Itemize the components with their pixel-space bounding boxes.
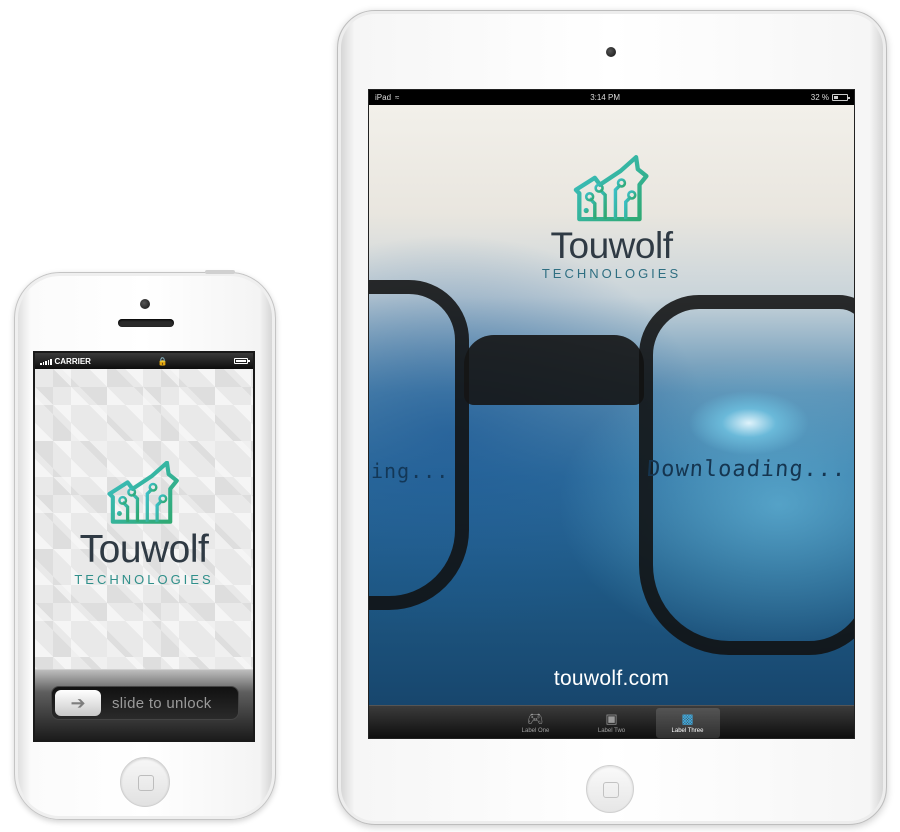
ipad-status-bar: iPad ≈ 3:14 PM 32 % [369,90,854,105]
unlock-knob[interactable]: ➔ [55,690,101,716]
ipad-device: iPad ≈ 3:14 PM 32 % ing... Downloading..… [337,10,887,825]
background-photo-eye-glasses: ing... Downloading... Touwolf TECHNOLOGI… [369,105,854,705]
tab-label-three[interactable]: ▩ Label Three [655,708,720,738]
lens-reflection-text-left: ing... [371,459,450,483]
tab-label-two[interactable]: ▣ Label Two [580,708,644,738]
status-time: 3:14 PM [590,93,620,102]
unlock-label: slide to unlock [112,695,212,712]
iphone-status-bar: CARRIER 🔒 [35,353,253,369]
carrier-label: CARRIER [54,356,91,366]
ipod-icon: ▣ [605,711,618,726]
brand-subtitle: TECHNOLOGIES [541,266,682,281]
power-button [205,270,235,274]
brand-name: Touwolf [79,528,209,571]
ipad-home-button[interactable] [586,765,634,813]
battery-icon [832,94,850,101]
glasses-left-lens [369,280,469,610]
gamepad-icon: 🎮︎ [527,711,544,726]
battery-percent: 32 % [810,93,829,102]
lock-screen-wallpaper: Touwolf TECHNOLOGIES [35,369,253,669]
arrow-right-icon: ➔ [70,692,86,713]
wifi-icon: ≈ [395,93,400,102]
slide-to-unlock-slider[interactable]: ➔ slide to unlock [51,686,239,720]
brand-logo: Touwolf TECHNOLOGIES [35,461,253,587]
brand-logo: Touwolf TECHNOLOGIES [369,155,854,281]
website-url[interactable]: touwolf.com [369,667,854,691]
front-camera [606,47,616,57]
battery-icon [233,358,250,364]
monitor-icon: ▩ [681,711,694,726]
device-label: iPad [375,93,392,102]
wolf-circuit-logo-icon [107,461,179,524]
wolf-circuit-logo-icon [573,155,649,222]
brand-name: Touwolf [550,225,673,266]
lock-icon: 🔒 [157,356,168,366]
iphone-screen: CARRIER 🔒 Touwolf TECHNOLOGIES ➔ slide t… [33,351,255,742]
ipad-screen: iPad ≈ 3:14 PM 32 % ing... Downloading..… [368,89,855,739]
iphone-device: CARRIER 🔒 Touwolf TECHNOLOGIES ➔ slide t… [14,270,276,820]
glasses-bridge [464,335,644,405]
earpiece-speaker [118,319,174,327]
tab-label-one[interactable]: 🎮︎ Label One [504,708,568,738]
lens-reflection-text: Downloading... [646,457,848,482]
tab-bar: 🎮︎ Label One ▣ Label Two ▩ Label Three [369,705,854,738]
signal-strength-icon [40,358,52,365]
front-camera [140,299,150,309]
iphone-home-button[interactable] [120,757,170,807]
brand-subtitle: TECHNOLOGIES [74,572,214,587]
unlock-bar: ➔ slide to unlock [35,669,253,740]
